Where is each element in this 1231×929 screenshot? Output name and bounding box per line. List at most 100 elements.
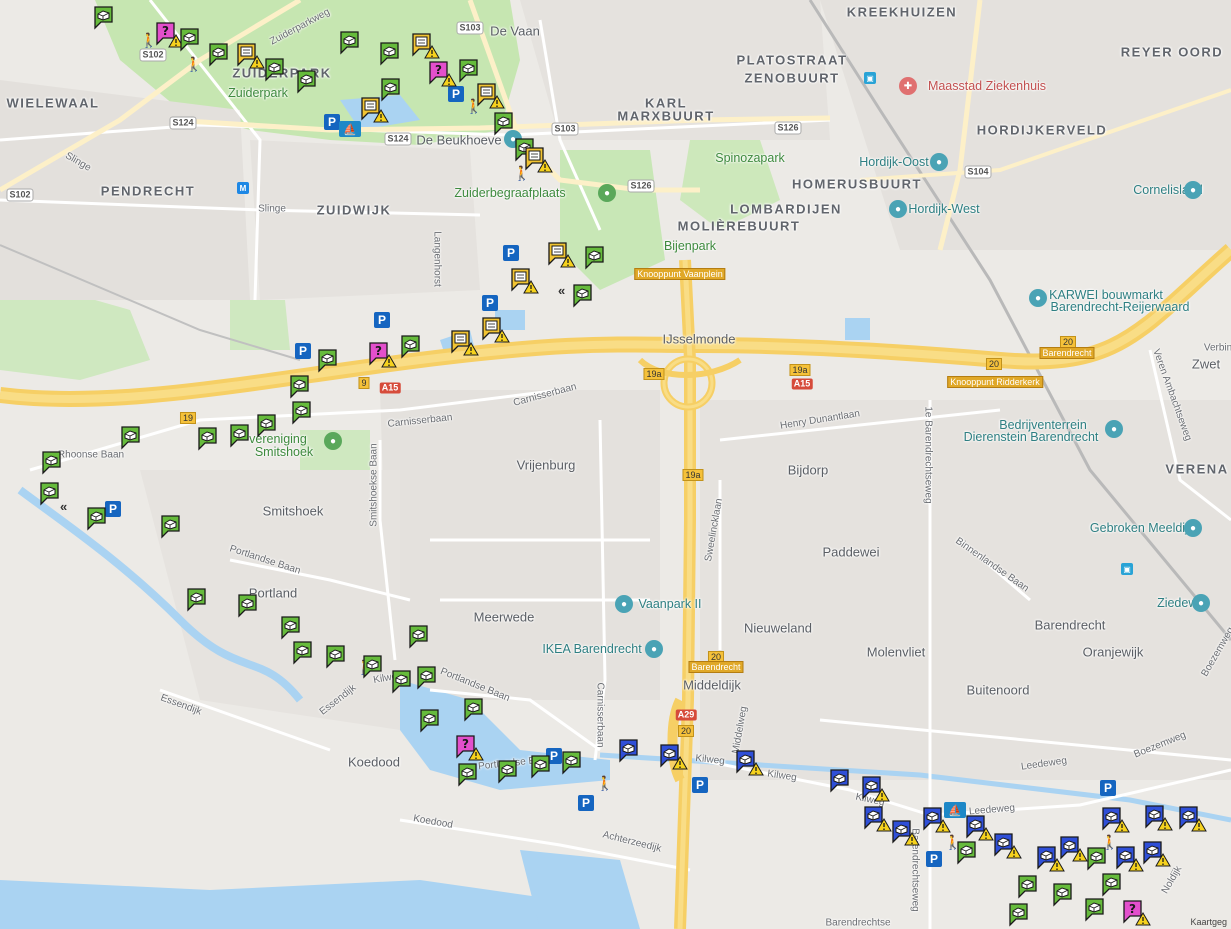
hospital-pin-icon[interactable]: ✚: [899, 77, 917, 95]
traditional-cache-marker-icon[interactable]: [291, 400, 321, 428]
traditional-cache-marker-icon[interactable]: [179, 27, 209, 55]
place-pin-icon[interactable]: ●: [1105, 420, 1123, 438]
mystery-cache-marker-icon[interactable]: ?: [368, 341, 398, 369]
map-canvas[interactable]: KREEKHUIZEN PLATOSTRAAT ZENOBUURT REYER …: [0, 0, 1231, 929]
letterbox-cache-marker-icon[interactable]: [510, 267, 540, 295]
multi-cache-marker-icon[interactable]: [1115, 845, 1145, 873]
traditional-cache-marker-icon[interactable]: [197, 426, 227, 454]
parking-icon[interactable]: P: [926, 851, 942, 867]
multi-cache-marker-icon[interactable]: [993, 832, 1023, 860]
traditional-cache-marker-icon[interactable]: [463, 697, 493, 725]
traditional-cache-marker-icon[interactable]: [400, 334, 430, 362]
letterbox-cache-marker-icon[interactable]: [524, 146, 554, 174]
place-pin-icon[interactable]: ●: [1184, 519, 1202, 537]
train-icon[interactable]: ▣: [864, 72, 876, 84]
parking-icon[interactable]: P: [374, 312, 390, 328]
parking-icon[interactable]: P: [295, 343, 311, 359]
traditional-cache-marker-icon[interactable]: [530, 754, 560, 782]
traditional-cache-marker-icon[interactable]: [39, 481, 69, 509]
traditional-cache-marker-icon[interactable]: [572, 283, 602, 311]
traditional-cache-marker-icon[interactable]: [280, 615, 310, 643]
traditional-cache-marker-icon[interactable]: [1084, 897, 1114, 925]
traditional-cache-marker-icon[interactable]: [362, 654, 392, 682]
letterbox-cache-marker-icon[interactable]: [481, 316, 511, 344]
place-pin-icon[interactable]: ●: [930, 153, 948, 171]
parking-icon[interactable]: P: [692, 777, 708, 793]
letterbox-cache-marker-icon[interactable]: [547, 241, 577, 269]
traditional-cache-marker-icon[interactable]: [416, 665, 446, 693]
traditional-cache-marker-icon[interactable]: [264, 57, 294, 85]
traditional-cache-marker-icon[interactable]: [237, 593, 267, 621]
multi-cache-marker-icon[interactable]: [863, 805, 893, 833]
traditional-cache-marker-icon[interactable]: [86, 506, 116, 534]
traditional-cache-marker-icon[interactable]: [289, 374, 319, 402]
traditional-cache-marker-icon[interactable]: [120, 425, 150, 453]
traditional-cache-marker-icon[interactable]: [584, 245, 614, 273]
mystery-cache-marker-icon[interactable]: ?: [455, 734, 485, 762]
place-pin-icon[interactable]: ●: [889, 200, 907, 218]
traditional-cache-marker-icon[interactable]: [208, 42, 238, 70]
traditional-cache-marker-icon[interactable]: [379, 41, 409, 69]
parking-icon[interactable]: P: [482, 295, 498, 311]
park-pin-icon[interactable]: ●: [598, 184, 616, 202]
traditional-cache-marker-icon[interactable]: [493, 111, 523, 139]
traditional-cache-marker-icon[interactable]: [292, 640, 322, 668]
multi-cache-marker-icon[interactable]: [1059, 835, 1089, 863]
multi-cache-marker-icon[interactable]: [861, 775, 891, 803]
traditional-cache-marker-icon[interactable]: [296, 69, 326, 97]
multi-cache-marker-icon[interactable]: [891, 819, 921, 847]
traditional-cache-marker-icon[interactable]: [41, 450, 71, 478]
traditional-cache-marker-icon[interactable]: [1052, 882, 1082, 910]
traditional-cache-marker-icon[interactable]: [339, 30, 369, 58]
traditional-cache-marker-icon[interactable]: [497, 759, 527, 787]
multi-cache-marker-icon[interactable]: [1178, 805, 1208, 833]
traditional-cache-marker-icon[interactable]: [1101, 872, 1131, 900]
metro-icon[interactable]: M: [237, 182, 249, 194]
parking-icon[interactable]: P: [448, 86, 464, 102]
traditional-cache-marker-icon[interactable]: [419, 708, 449, 736]
traditional-cache-marker-icon[interactable]: [956, 840, 986, 868]
traditional-cache-marker-icon[interactable]: [229, 423, 259, 451]
multi-cache-marker-icon[interactable]: [922, 806, 952, 834]
place-pin-icon[interactable]: ●: [1184, 181, 1202, 199]
traditional-cache-marker-icon[interactable]: [457, 762, 487, 790]
letterbox-cache-marker-icon[interactable]: [360, 96, 390, 124]
boat-icon[interactable]: ⛵: [339, 121, 361, 137]
traditional-cache-marker-icon[interactable]: [1017, 874, 1047, 902]
traditional-cache-marker-icon[interactable]: [561, 750, 591, 778]
letterbox-cache-marker-icon[interactable]: [450, 329, 480, 357]
parking-icon[interactable]: P: [1100, 780, 1116, 796]
walking-icon[interactable]: 🚶: [185, 56, 202, 73]
mystery-cache-marker-icon[interactable]: ?: [1122, 899, 1152, 927]
parking-icon[interactable]: P: [578, 795, 594, 811]
traditional-cache-marker-icon[interactable]: [186, 587, 216, 615]
traditional-cache-marker-icon[interactable]: [160, 514, 190, 542]
traditional-cache-marker-icon[interactable]: [93, 5, 123, 33]
traditional-cache-marker-icon[interactable]: [1086, 846, 1116, 874]
multi-cache-marker-icon[interactable]: [1101, 806, 1131, 834]
mystery-cache-marker-icon[interactable]: ?: [428, 60, 458, 88]
traditional-cache-marker-icon[interactable]: [317, 348, 347, 376]
multi-cache-marker-icon[interactable]: [829, 768, 859, 796]
multi-cache-marker-icon[interactable]: [1142, 840, 1172, 868]
multi-cache-marker-icon[interactable]: [965, 814, 995, 842]
shop-pin-icon[interactable]: ●: [645, 640, 663, 658]
multi-cache-marker-icon[interactable]: [659, 743, 689, 771]
park-pin-icon[interactable]: ●: [324, 432, 342, 450]
traditional-cache-marker-icon[interactable]: [325, 644, 355, 672]
multi-cache-marker-icon[interactable]: [1144, 804, 1174, 832]
multi-cache-marker-icon[interactable]: [618, 738, 648, 766]
letterbox-cache-marker-icon[interactable]: [411, 32, 441, 60]
place-pin-icon[interactable]: ●: [1192, 594, 1210, 612]
traditional-cache-marker-icon[interactable]: [256, 413, 286, 441]
parking-icon[interactable]: P: [503, 245, 519, 261]
letterbox-cache-marker-icon[interactable]: [236, 42, 266, 70]
shop-pin-icon[interactable]: ●: [1029, 289, 1047, 307]
traditional-cache-marker-icon[interactable]: [1008, 902, 1038, 929]
double-chevron-icon[interactable]: «: [558, 283, 565, 298]
multi-cache-marker-icon[interactable]: [735, 749, 765, 777]
traditional-cache-marker-icon[interactable]: [408, 624, 438, 652]
walking-icon[interactable]: 🚶: [596, 775, 613, 792]
letterbox-cache-marker-icon[interactable]: [476, 82, 506, 110]
parking-icon[interactable]: P: [324, 114, 340, 130]
